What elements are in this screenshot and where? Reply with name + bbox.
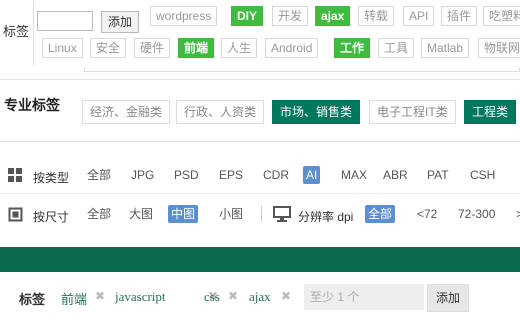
tag-chip[interactable]: 安全 bbox=[90, 38, 127, 58]
type-filter-option[interactable]: AI bbox=[303, 166, 321, 184]
tag-chip[interactable]: API bbox=[403, 6, 435, 26]
tag-chip[interactable]: 人生 bbox=[221, 38, 258, 58]
type-filter-option[interactable]: PSD bbox=[171, 166, 202, 184]
tag-cloud-add-button[interactable]: 添加 bbox=[101, 11, 139, 33]
tag-editor-label: 标签 bbox=[19, 292, 46, 307]
tag-editor-input[interactable]: 至少 1 个 bbox=[304, 284, 424, 310]
size-filter-option[interactable]: 大图 bbox=[126, 205, 156, 223]
type-filter-option[interactable]: 全部 bbox=[84, 166, 114, 184]
remove-tag-icon[interactable]: ✖ bbox=[228, 289, 238, 303]
type-filter-option[interactable]: PAT bbox=[424, 166, 452, 184]
filter-separator bbox=[261, 206, 262, 222]
tag-chip[interactable]: 物联网 bbox=[478, 38, 520, 58]
monitor-icon bbox=[273, 206, 291, 222]
tag-chip[interactable]: 转载 bbox=[358, 6, 395, 26]
type-filter-option[interactable]: CDR bbox=[260, 166, 292, 184]
type-filter-option[interactable]: MAX bbox=[338, 166, 370, 184]
grid-icon bbox=[8, 168, 22, 182]
resolution-filter-option[interactable]: 全部 bbox=[365, 205, 396, 223]
tag-chip[interactable]: 吃塑料 bbox=[483, 6, 520, 26]
tag-chip[interactable]: 开发 bbox=[272, 6, 309, 26]
tag-cloud-input[interactable] bbox=[37, 11, 93, 31]
type-filter-option[interactable]: CSH bbox=[467, 166, 498, 184]
tag-chip[interactable]: Linux bbox=[42, 38, 83, 58]
category-tab[interactable]: 电子工程IT类 bbox=[369, 100, 456, 124]
tag-chip[interactable]: Android bbox=[265, 38, 319, 58]
remove-tag-icon[interactable]: ✖ bbox=[281, 289, 291, 303]
type-filter-option[interactable]: ABR bbox=[380, 166, 411, 184]
tag-chip[interactable]: 硬件 bbox=[134, 38, 171, 58]
category-tab[interactable]: 市场、销售类 bbox=[272, 100, 361, 124]
tag-chip[interactable]: 工具 bbox=[378, 38, 415, 58]
tag-cloud-label: 标签 bbox=[3, 24, 30, 39]
resolution-filter-option[interactable]: <72 bbox=[414, 205, 440, 223]
tag-chip[interactable]: 工作 bbox=[334, 38, 371, 58]
categories-title: 专业标签 bbox=[4, 97, 60, 113]
category-tab[interactable]: 经济、金融类 bbox=[82, 100, 171, 124]
tag-editor-add-button[interactable]: 添加 bbox=[427, 284, 469, 312]
tag-chip[interactable]: Matlab bbox=[421, 38, 470, 58]
selected-tag[interactable]: javascript bbox=[115, 289, 166, 305]
size-filter-option[interactable]: 小图 bbox=[216, 205, 246, 223]
remove-tag-icon[interactable]: ✖ bbox=[95, 289, 105, 303]
resolution-filter-option[interactable]: > bbox=[513, 205, 520, 223]
tag-chip[interactable]: ajax bbox=[315, 6, 351, 26]
type-filter-label: 按类型 bbox=[33, 171, 70, 185]
type-filter-option[interactable]: JPG bbox=[128, 166, 157, 184]
size-filter-option[interactable]: 中图 bbox=[168, 205, 199, 223]
selected-tag[interactable]: ajax bbox=[249, 289, 271, 305]
size-filter-option[interactable]: 全部 bbox=[84, 205, 114, 223]
section-divider bbox=[0, 79, 520, 80]
tag-chip[interactable]: DIY bbox=[231, 6, 264, 26]
section-divider bbox=[0, 141, 520, 142]
selected-tag[interactable]: css bbox=[204, 289, 220, 305]
section-banner bbox=[0, 247, 520, 272]
tag-cloud-divider bbox=[33, 0, 34, 66]
type-filter-option[interactable]: EPS bbox=[216, 166, 246, 184]
size-filter-label: 按尺寸 bbox=[33, 210, 70, 224]
category-tab[interactable]: 行政、人资类 bbox=[176, 100, 265, 124]
selected-tag[interactable]: 前端 bbox=[61, 289, 87, 308]
filter-divider bbox=[0, 193, 520, 194]
category-tab[interactable]: 工程类 bbox=[464, 100, 517, 124]
tag-chip[interactable]: 插件 bbox=[441, 6, 478, 26]
tag-chip[interactable]: 前端 bbox=[178, 38, 215, 58]
resolution-filter-option[interactable]: 72-300 bbox=[455, 205, 498, 223]
tag-chip[interactable]: wordpress bbox=[150, 6, 218, 26]
crop-icon bbox=[8, 207, 23, 222]
resolution-filter-label: 分辨率 dpi bbox=[298, 210, 354, 224]
tag-cloud-panel-border bbox=[84, 68, 520, 72]
